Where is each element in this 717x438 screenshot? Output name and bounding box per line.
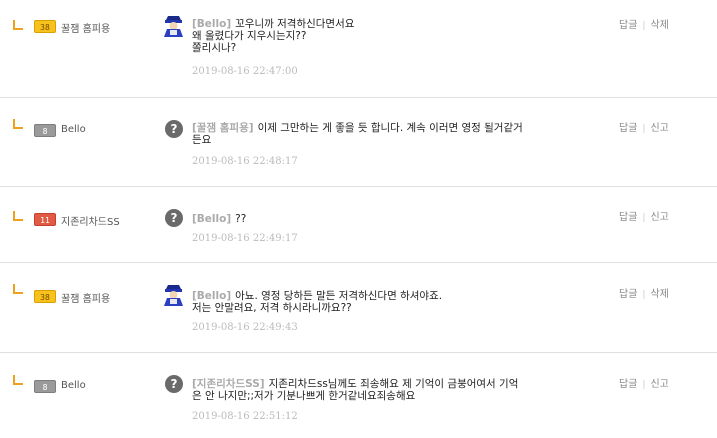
reply-arrow-icon (13, 375, 23, 385)
nickname[interactable]: 지존리차드SS (61, 213, 120, 228)
default-avatar-icon: ? (165, 120, 183, 138)
comment-author[interactable]: [Bello] (192, 213, 231, 225)
action-divider: | (642, 380, 646, 390)
reply-button[interactable]: 답글 (619, 212, 637, 223)
nickname[interactable]: Bello (61, 380, 86, 391)
comment-line: ?? (235, 213, 247, 225)
level-badge: 38 (34, 290, 56, 303)
action-divider: | (642, 213, 646, 223)
nickname[interactable]: Bello (61, 124, 86, 135)
comment-line: 저는 안말려요, 저격 하시라니까요?? (192, 302, 352, 314)
reply-arrow-icon (13, 119, 23, 129)
comment-line: 든요 (192, 134, 212, 146)
comment-line: 이제 그만하는 게 좋을 듯 합니다. 계속 이러면 영정 될거같거 (257, 122, 523, 134)
report-button[interactable]: 신고 (650, 379, 668, 390)
action-divider: | (642, 21, 646, 31)
comment-text: [Bello]?? (192, 213, 602, 225)
comment-text: [지존리차드SS] 지존리차드ss님께도 죄송해요 제 기억이 금붕어여서 기억 … (192, 378, 602, 402)
avatar (162, 283, 185, 306)
default-avatar-icon: ? (165, 209, 183, 227)
comment-line: 쫄리시나? (192, 42, 237, 54)
reply-button[interactable]: 답글 (619, 20, 637, 31)
level-badge: 38 (34, 20, 56, 33)
comment-actions: 답글 | 신고 (619, 119, 669, 134)
reply-arrow-icon (13, 284, 23, 294)
comment-text: [Bello] 아뇨. 영정 당하든 말든 저격하신다면 하셔야죠. 저는 안말려… (192, 290, 602, 314)
comment-line: 은 안 나지만;;저가 기분나쁘게 한거같네요죄송해요 (192, 390, 416, 402)
level-badge: 8 (34, 124, 56, 137)
comment-line: 아뇨. 영정 당하든 말든 저격하신다면 하셔야죠. (235, 290, 443, 302)
report-button[interactable]: 신고 (650, 212, 668, 223)
level-badge: 11 (34, 213, 56, 226)
comment-row: 11 지존리차드SS ? [Bello]?? 2019-08-16 22:49:… (0, 187, 717, 262)
comment-row: 38 꿀잼 홈피용 [Bello] 꼬우니까 저격하신다면서요 왜 올렸다가 지우… (0, 0, 717, 97)
comment-date: 2019-08-16 22:51:12 (192, 411, 298, 422)
default-avatar-icon: ? (165, 375, 183, 393)
action-divider: | (642, 124, 646, 134)
comment-text: [Bello] 꼬우니까 저격하신다면서요 왜 올렸다가 지우시는지?? 쫄리시나… (192, 18, 602, 54)
reply-button[interactable]: 답글 (619, 379, 637, 390)
comment-date: 2019-08-16 22:49:17 (192, 233, 298, 244)
nickname[interactable]: 꿀잼 홈피용 (61, 20, 110, 35)
comment-text: [꿀잼 홈피용] 이제 그만하는 게 좋을 듯 합니다. 계속 이러면 영정 될거… (192, 122, 602, 146)
comment-line: 꼬우니까 저격하신다면서요 (235, 18, 355, 30)
comment-author[interactable]: [꿀잼 홈피용] (192, 122, 254, 134)
reply-button[interactable]: 답글 (619, 289, 637, 300)
comment-date: 2019-08-16 22:48:17 (192, 156, 298, 167)
comment-actions: 답글 | 신고 (619, 375, 669, 390)
comment-row: 8 Bello ? [꿀잼 홈피용] 이제 그만하는 게 좋을 듯 합니다. 계속… (0, 98, 717, 186)
comment-date: 2019-08-16 22:49:43 (192, 322, 298, 333)
comment-actions: 답글 | 삭제 (619, 285, 669, 300)
comment-author[interactable]: [Bello] (192, 290, 231, 302)
avatar (162, 14, 185, 37)
reply-arrow-icon (13, 211, 23, 221)
comment-author[interactable]: [Bello] (192, 18, 231, 30)
comment-date: 2019-08-16 22:47:00 (192, 66, 298, 77)
comment-author[interactable]: [지존리차드SS] (192, 378, 265, 390)
comment-actions: 답글 | 신고 (619, 208, 669, 223)
nickname[interactable]: 꿀잼 홈피용 (61, 290, 110, 305)
delete-button[interactable]: 삭제 (650, 20, 668, 31)
reply-arrow-icon (13, 20, 23, 30)
comment-line: 지존리차드ss님께도 죄송해요 제 기억이 금붕어여서 기억 (268, 378, 519, 390)
delete-button[interactable]: 삭제 (650, 289, 668, 300)
comment-row: 8 Bello ? [지존리차드SS] 지존리차드ss님께도 죄송해요 제 기억이… (0, 353, 717, 438)
comment-row: 38 꿀잼 홈피용 [Bello] 아뇨. 영정 당하든 말든 저격하신다면 하셔… (0, 263, 717, 352)
comment-line: 왜 올렸다가 지우시는지?? (192, 30, 307, 42)
reply-button[interactable]: 답글 (619, 123, 637, 134)
action-divider: | (642, 290, 646, 300)
level-badge: 8 (34, 380, 56, 393)
report-button[interactable]: 신고 (650, 123, 668, 134)
comment-actions: 답글 | 삭제 (619, 16, 669, 31)
